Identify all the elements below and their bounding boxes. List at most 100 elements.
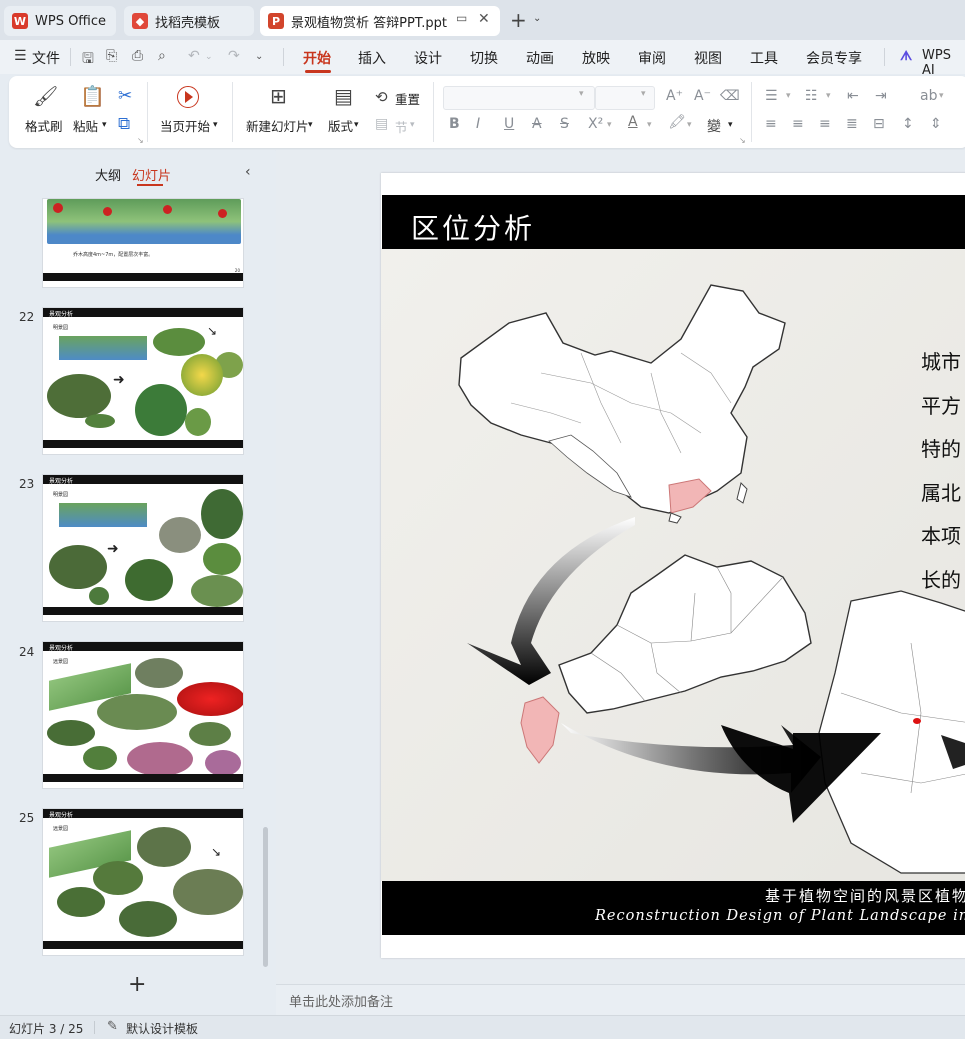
font-family-select[interactable] — [443, 86, 595, 110]
align-center-icon[interactable]: ≡ — [792, 116, 804, 132]
distribute-icon[interactable]: ⊟ — [873, 116, 885, 132]
tab-current-document[interactable]: P 景观植物赏析 答辩PPT.ppt ▭ ✕ — [260, 6, 500, 36]
align-right-icon[interactable]: ≡ — [819, 116, 831, 132]
chevron-down-icon[interactable]: ▾ — [786, 91, 791, 101]
chevron-down-icon[interactable]: ▾ — [687, 120, 692, 130]
slide-thumbnail-22[interactable]: 景观分析 明景园 ➜ ↘ — [42, 307, 244, 455]
notes-pane[interactable]: 单击此处添加备注 — [276, 984, 965, 1015]
new-slide-icon: ⊞ — [270, 84, 287, 108]
slides-tab[interactable]: 幻灯片 — [132, 165, 171, 184]
chevron-down-icon[interactable]: ▾ — [728, 120, 733, 130]
cut-icon[interactable]: ✂ — [118, 86, 132, 106]
menu-review[interactable]: 审阅 — [638, 48, 666, 68]
bold-icon[interactable]: B — [449, 116, 460, 132]
chevron-down-icon[interactable]: ▾ — [647, 120, 652, 130]
window-restore-icon[interactable]: ▭ — [456, 11, 467, 25]
strikethrough-icon[interactable]: A — [532, 116, 542, 132]
line-spacing-icon[interactable]: ↕ — [902, 116, 914, 132]
slide-thumbnail-25[interactable]: 景观分析 远景园 ↘ — [42, 808, 244, 956]
italic-icon[interactable]: I — [476, 116, 480, 132]
tab-daoke-templates[interactable]: ◆ 找稻壳模板 — [124, 6, 254, 36]
undo-icon[interactable]: ↶ — [188, 48, 200, 64]
decrease-indent-icon[interactable]: ⇤ — [847, 88, 859, 104]
underline-icon[interactable]: U — [504, 116, 514, 132]
chevron-down-icon[interactable]: ▾ — [410, 120, 415, 130]
phonetic-icon[interactable]: 變 — [707, 116, 721, 136]
format-painter-button[interactable]: 格式刷 — [25, 116, 63, 135]
copy-icon[interactable]: ⧉ — [118, 114, 130, 134]
chevron-down-icon[interactable]: ▾ — [213, 120, 218, 130]
chevron-down-icon[interactable]: ▾ — [579, 89, 584, 99]
slide-thumbnail-24[interactable]: 景观分析 远景园 — [42, 641, 244, 789]
chevron-down-icon[interactable]: ▾ — [939, 91, 944, 101]
menu-wps-ai[interactable]: WPS AI — [922, 48, 965, 78]
menu-home[interactable]: 开始 — [303, 48, 331, 68]
tab-wps-office[interactable]: W WPS Office — [4, 6, 116, 36]
decrease-font-icon[interactable]: A⁻ — [694, 88, 711, 104]
notes-placeholder[interactable]: 单击此处添加备注 — [289, 991, 393, 1010]
more-quick-access-icon[interactable]: ⌄ — [255, 51, 263, 62]
increase-indent-icon[interactable]: ⇥ — [875, 88, 887, 104]
layout-button[interactable]: 版式 — [328, 116, 353, 135]
increase-font-icon[interactable]: A⁺ — [666, 88, 683, 104]
print-preview-icon[interactable]: ⌕ — [158, 48, 166, 64]
bullet-list-icon[interactable]: ☰ — [765, 88, 778, 104]
add-slide-plus-icon[interactable]: + — [128, 972, 146, 997]
paste-button[interactable]: 粘贴 — [73, 116, 98, 135]
outline-tab[interactable]: 大纲 — [95, 165, 121, 184]
collapse-panel-icon[interactable]: ‹ — [245, 164, 251, 180]
text-direction-icon[interactable]: ab — [920, 88, 937, 104]
chevron-down-icon[interactable]: ▾ — [102, 120, 107, 130]
section-button[interactable]: 节 — [395, 117, 408, 136]
new-tab-plus-icon[interactable]: + — [510, 8, 527, 32]
menu-animations[interactable]: 动画 — [526, 48, 554, 68]
clear-format-icon[interactable]: ⌫ — [720, 88, 740, 104]
hamburger-icon[interactable]: ☰ — [14, 48, 27, 64]
menu-file[interactable]: 文件 — [32, 48, 60, 68]
thumb-image — [57, 887, 105, 917]
slide-thumbnail-21[interactable]: 乔木高度4m~7m，配置层次丰富。 20 — [42, 198, 244, 288]
chevron-down-icon[interactable]: ▾ — [826, 91, 831, 101]
dialog-launcher-icon[interactable]: ↘ — [739, 136, 746, 145]
new-slide-button[interactable]: 新建幻灯片 — [246, 116, 309, 135]
menu-tools[interactable]: 工具 — [750, 48, 778, 68]
font-color-icon[interactable]: A — [628, 114, 638, 130]
close-tab-icon[interactable]: ✕ — [478, 11, 490, 27]
chevron-down-icon[interactable]: ▾ — [354, 120, 359, 130]
export-icon[interactable]: ⎘ — [106, 48, 117, 64]
reset-button[interactable]: 重置 — [395, 89, 420, 108]
paragraph-spacing-icon[interactable]: ⇕ — [930, 116, 942, 132]
active-menu-indicator — [305, 70, 331, 73]
highlight-icon[interactable]: 🖍 — [668, 114, 686, 130]
menu-view[interactable]: 视图 — [694, 48, 722, 68]
chevron-down-icon[interactable]: ▾ — [308, 120, 313, 130]
save-icon[interactable]: 🖫 — [82, 48, 94, 72]
print-icon[interactable]: ⎙ — [132, 48, 143, 64]
chevron-down-icon[interactable]: ⌄ — [533, 13, 541, 24]
current-slide[interactable]: 区位分析 城市 平方 特的 属北 本项 长的 基于植物空间的风景区植物 Reco… — [381, 173, 965, 958]
chevron-down-icon[interactable]: ▾ — [607, 120, 612, 130]
menu-transitions[interactable]: 切换 — [470, 48, 498, 68]
font-size-select[interactable] — [595, 86, 655, 110]
daoke-logo-icon: ◆ — [132, 13, 148, 29]
thumb-image — [205, 750, 241, 776]
play-from-current-button[interactable]: 当页开始 — [160, 116, 210, 135]
menu-insert[interactable]: 插入 — [358, 48, 386, 68]
numbered-list-icon[interactable]: ☷ — [805, 88, 818, 104]
design-template-label[interactable]: 默认设计模板 — [126, 1020, 198, 1037]
chevron-down-icon[interactable]: ▾ — [641, 89, 646, 99]
justify-icon[interactable]: ≣ — [846, 116, 858, 132]
align-left-icon[interactable]: ≡ — [765, 116, 777, 132]
menu-slideshow[interactable]: 放映 — [582, 48, 610, 68]
menu-member[interactable]: 会员专享 — [806, 48, 862, 68]
menu-design[interactable]: 设计 — [414, 48, 442, 68]
shadow-icon[interactable]: S — [560, 116, 569, 132]
superscript-icon[interactable]: X² — [588, 116, 603, 132]
redo-icon[interactable]: ↷ — [228, 48, 240, 64]
dialog-launcher-icon[interactable]: ↘ — [137, 136, 144, 145]
slide-thumbnail-23[interactable]: 景观分析 明景园 ➜ — [42, 474, 244, 622]
undo-dropdown-icon[interactable]: ⌄ — [205, 52, 213, 62]
thumb-dot — [103, 207, 112, 216]
thumb-image — [203, 543, 241, 575]
panel-scrollbar[interactable] — [263, 827, 268, 967]
